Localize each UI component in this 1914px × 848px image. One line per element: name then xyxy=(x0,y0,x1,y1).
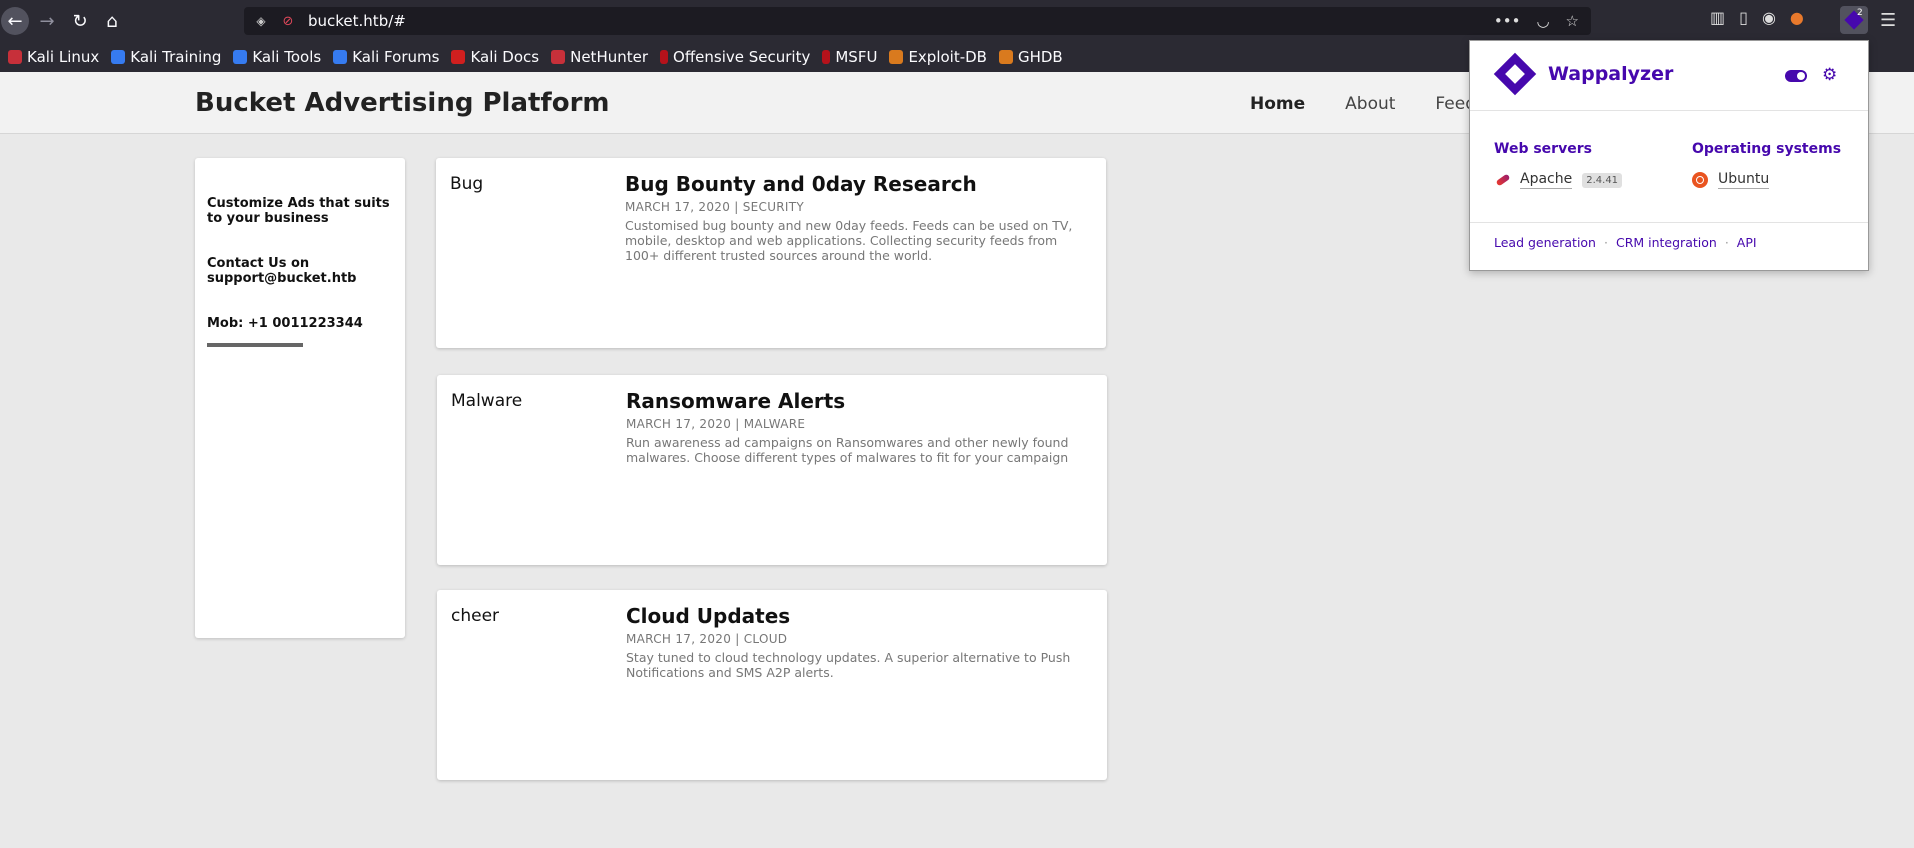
kali-forums-icon xyxy=(333,50,348,64)
library-icon[interactable]: ▥ xyxy=(1710,8,1725,27)
forward-arrow-icon[interactable]: → xyxy=(33,7,61,35)
lead-generation-link[interactable]: Lead generation xyxy=(1494,235,1596,250)
bookmark-msfu[interactable]: MSFU xyxy=(822,48,877,66)
exploit-db-icon xyxy=(889,50,904,64)
kali-tools-icon xyxy=(233,50,248,64)
sidebar-tagline: Customize Ads that suits to your busines… xyxy=(207,196,390,226)
toggle-switch[interactable] xyxy=(1785,70,1807,82)
kali-training-icon xyxy=(111,50,126,64)
post-title[interactable]: Cloud Updates xyxy=(626,604,790,628)
category-web-servers[interactable]: Web servers xyxy=(1494,141,1592,157)
url-bar[interactable]: ◈ ⊘ bucket.htb/# ••• ◡ ☆ xyxy=(244,7,1591,35)
sidebar-divider xyxy=(207,343,303,347)
post-tag: Malware xyxy=(451,391,523,411)
shield-icon[interactable]: ◈ xyxy=(254,13,268,29)
reload-icon[interactable]: ↻ xyxy=(66,7,94,35)
post-meta: MARCH 17, 2020 | SECURITY xyxy=(625,200,805,214)
sidebar-contact: Contact Us on support@bucket.htb xyxy=(207,256,357,286)
wappalyzer-extension-button[interactable]: 2 xyxy=(1840,6,1868,34)
api-link[interactable]: API xyxy=(1737,235,1757,250)
wappalyzer-header: Wappalyzer ⚙ xyxy=(1470,41,1868,111)
post-tag: cheer xyxy=(451,606,500,626)
extension-badge: 2 xyxy=(1857,8,1863,18)
back-arrow-icon[interactable]: ← xyxy=(1,7,29,35)
post-tag: Bug xyxy=(450,174,484,194)
home-icon[interactable]: ⌂ xyxy=(98,7,126,35)
bookmark-kali-linux[interactable]: Kali Linux xyxy=(8,48,99,66)
nav-home[interactable]: Home xyxy=(1250,94,1305,114)
post-meta: MARCH 17, 2020 | CLOUD xyxy=(626,632,788,646)
bookmark-ghdb[interactable]: GHDB xyxy=(998,48,1063,66)
post-body: Run awareness ad campaigns on Ransomware… xyxy=(626,435,1069,465)
crm-integration-link[interactable]: CRM integration xyxy=(1616,235,1717,250)
post-body: Stay tuned to cloud technology updates. … xyxy=(626,650,1071,680)
pocket-icon[interactable]: ◡ xyxy=(1536,12,1549,30)
gear-icon[interactable]: ⚙ xyxy=(1822,65,1837,85)
bookmark-offensive-security[interactable]: Offensive Security xyxy=(660,48,810,66)
site-brand[interactable]: Bucket Advertising Platform xyxy=(195,88,610,118)
hamburger-menu-icon[interactable]: ☰ xyxy=(1880,10,1896,31)
tech-apache[interactable]: Apache 2.4.41 xyxy=(1494,171,1623,189)
bookmark-star-icon[interactable]: ☆ xyxy=(1566,12,1579,30)
page-actions-icon[interactable]: ••• xyxy=(1494,12,1521,30)
site-nav: Home About Feeds xyxy=(1250,94,1485,114)
separator: · xyxy=(1724,235,1729,250)
foxyproxy-icon[interactable]: ● xyxy=(1790,8,1804,27)
tech-ubuntu[interactable]: Ubuntu xyxy=(1692,171,1770,189)
bookmark-kali-tools[interactable]: Kali Tools xyxy=(233,48,321,66)
post-title[interactable]: Bug Bounty and 0day Research xyxy=(625,172,977,196)
bookmark-kali-forums[interactable]: Kali Forums xyxy=(333,48,439,66)
post-meta: MARCH 17, 2020 | MALWARE xyxy=(626,417,806,431)
wappalyzer-title: Wappalyzer xyxy=(1548,63,1674,85)
nav-about[interactable]: About xyxy=(1345,94,1395,114)
post-card: Malware Ransomware Alerts MARCH 17, 2020… xyxy=(437,375,1107,565)
post-body: Customised bug bounty and new 0day feeds… xyxy=(625,218,1073,263)
nethunter-icon xyxy=(551,50,566,64)
wappalyzer-popup: Wappalyzer ⚙ Web servers Operating syste… xyxy=(1469,40,1869,271)
bookmark-kali-training[interactable]: Kali Training xyxy=(111,48,221,66)
sidebar-card: Customize Ads that suits to your busines… xyxy=(195,158,405,638)
url-text[interactable]: bucket.htb/# xyxy=(308,12,1494,30)
category-operating-systems[interactable]: Operating systems xyxy=(1692,141,1841,157)
ubuntu-icon xyxy=(1692,172,1708,188)
version-badge: 2.4.41 xyxy=(1582,172,1623,188)
bookmark-exploit-db[interactable]: Exploit-DB xyxy=(889,48,987,66)
wappalyzer-footer: Lead generation · CRM integration · API xyxy=(1470,222,1868,262)
browser-toolbar: ← → ↻ ⌂ ◈ ⊘ bucket.htb/# ••• ◡ ☆ ▥ ▯ ◉ ●… xyxy=(0,0,1914,42)
account-icon[interactable]: ◉ xyxy=(1762,8,1776,27)
bookmark-kali-docs[interactable]: Kali Docs xyxy=(451,48,539,66)
post-title[interactable]: Ransomware Alerts xyxy=(626,389,845,413)
sidebar-phone: Mob: +1 0011223344 xyxy=(207,316,363,331)
wappalyzer-logo-icon xyxy=(1493,52,1537,96)
kali-icon xyxy=(8,50,22,64)
post-card: cheer Cloud Updates MARCH 17, 2020 | CLO… xyxy=(437,590,1107,780)
insecure-lock-icon[interactable]: ⊘ xyxy=(280,13,296,29)
tech-name[interactable]: Apache xyxy=(1520,171,1573,189)
msfu-icon xyxy=(822,50,831,64)
kali-docs-icon xyxy=(451,50,466,64)
ghdb-icon xyxy=(998,50,1013,64)
separator: · xyxy=(1603,235,1608,250)
sidebar-icon[interactable]: ▯ xyxy=(1739,8,1748,27)
apache-feather-icon xyxy=(1494,174,1510,186)
offsec-icon xyxy=(660,50,669,64)
bookmark-nethunter[interactable]: NetHunter xyxy=(551,48,648,66)
post-card: Bug Bug Bounty and 0day Research MARCH 1… xyxy=(436,158,1106,348)
tech-name[interactable]: Ubuntu xyxy=(1718,171,1770,189)
